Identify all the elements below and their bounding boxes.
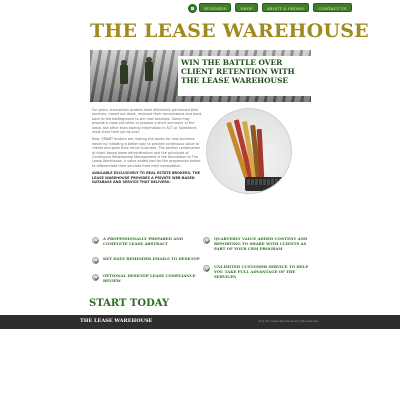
check-icon <box>203 237 210 244</box>
toy-soldier-image <box>120 60 128 84</box>
hero-headline: WIN THE BATTLE OVER CLIENT RETENTION WIT… <box>181 58 295 85</box>
list-item: KEY DATE REMINDER EMAILS TO DESKTOP <box>92 256 201 264</box>
nav-contact-button[interactable]: CONTACT US <box>313 3 352 12</box>
home-icon[interactable] <box>188 4 197 13</box>
page: BUSINESS SHOP ABOUT & PROMO CONTACT US T… <box>0 0 400 400</box>
hero-banner: WIN THE BATTLE OVER CLIENT RETENTION WIT… <box>90 50 311 102</box>
list-item: QUARTERLY VALUE ADDED CONTENT AND REPORT… <box>203 236 312 251</box>
lease-files-image <box>206 108 292 194</box>
nav-about-button[interactable]: ABOUT & PROMO <box>261 3 310 12</box>
site-title[interactable]: THE LEASE WAREHOUSE <box>90 20 369 42</box>
toy-soldier-image <box>145 57 153 81</box>
list-item: OPTIONAL DESKTOP LEASE COMPLIANCE REVIEW <box>92 273 201 283</box>
start-today-heading[interactable]: START TODAY <box>89 298 169 309</box>
intro-text: For years, transaction brokers have effe… <box>92 108 202 188</box>
footer-logo[interactable]: THE LEASE WAREHOUSE <box>80 318 152 324</box>
check-icon <box>203 265 210 272</box>
check-icon <box>92 257 99 264</box>
intro-paragraph: For years, transaction brokers have effe… <box>92 108 202 135</box>
list-item: UNLIMITED CUSTOMER SERVICE TO HELP YOU T… <box>203 264 312 279</box>
check-icon <box>92 237 99 244</box>
nav-business-button[interactable]: BUSINESS <box>199 3 232 12</box>
intro-paragraph-emphasis: AVAILABLE EXCLUSIVELY TO REAL ESTATE BRO… <box>92 171 200 185</box>
footer: THE LEASE WAREHOUSE Amp The Lease Wareho… <box>0 315 400 329</box>
laptop-image <box>245 177 283 191</box>
footer-copyright: Amp The Lease Warehouse all rights reser… <box>258 320 318 323</box>
top-nav: BUSINESS SHOP ABOUT & PROMO CONTACT US <box>199 3 352 12</box>
list-item: A PROFESSIONALLY PREPARED AND COMPLETE L… <box>92 236 201 246</box>
check-icon <box>92 274 99 281</box>
nav-shop-button[interactable]: SHOP <box>235 3 258 12</box>
intro-paragraph: Now, SMART brokers are making the books … <box>92 137 201 168</box>
